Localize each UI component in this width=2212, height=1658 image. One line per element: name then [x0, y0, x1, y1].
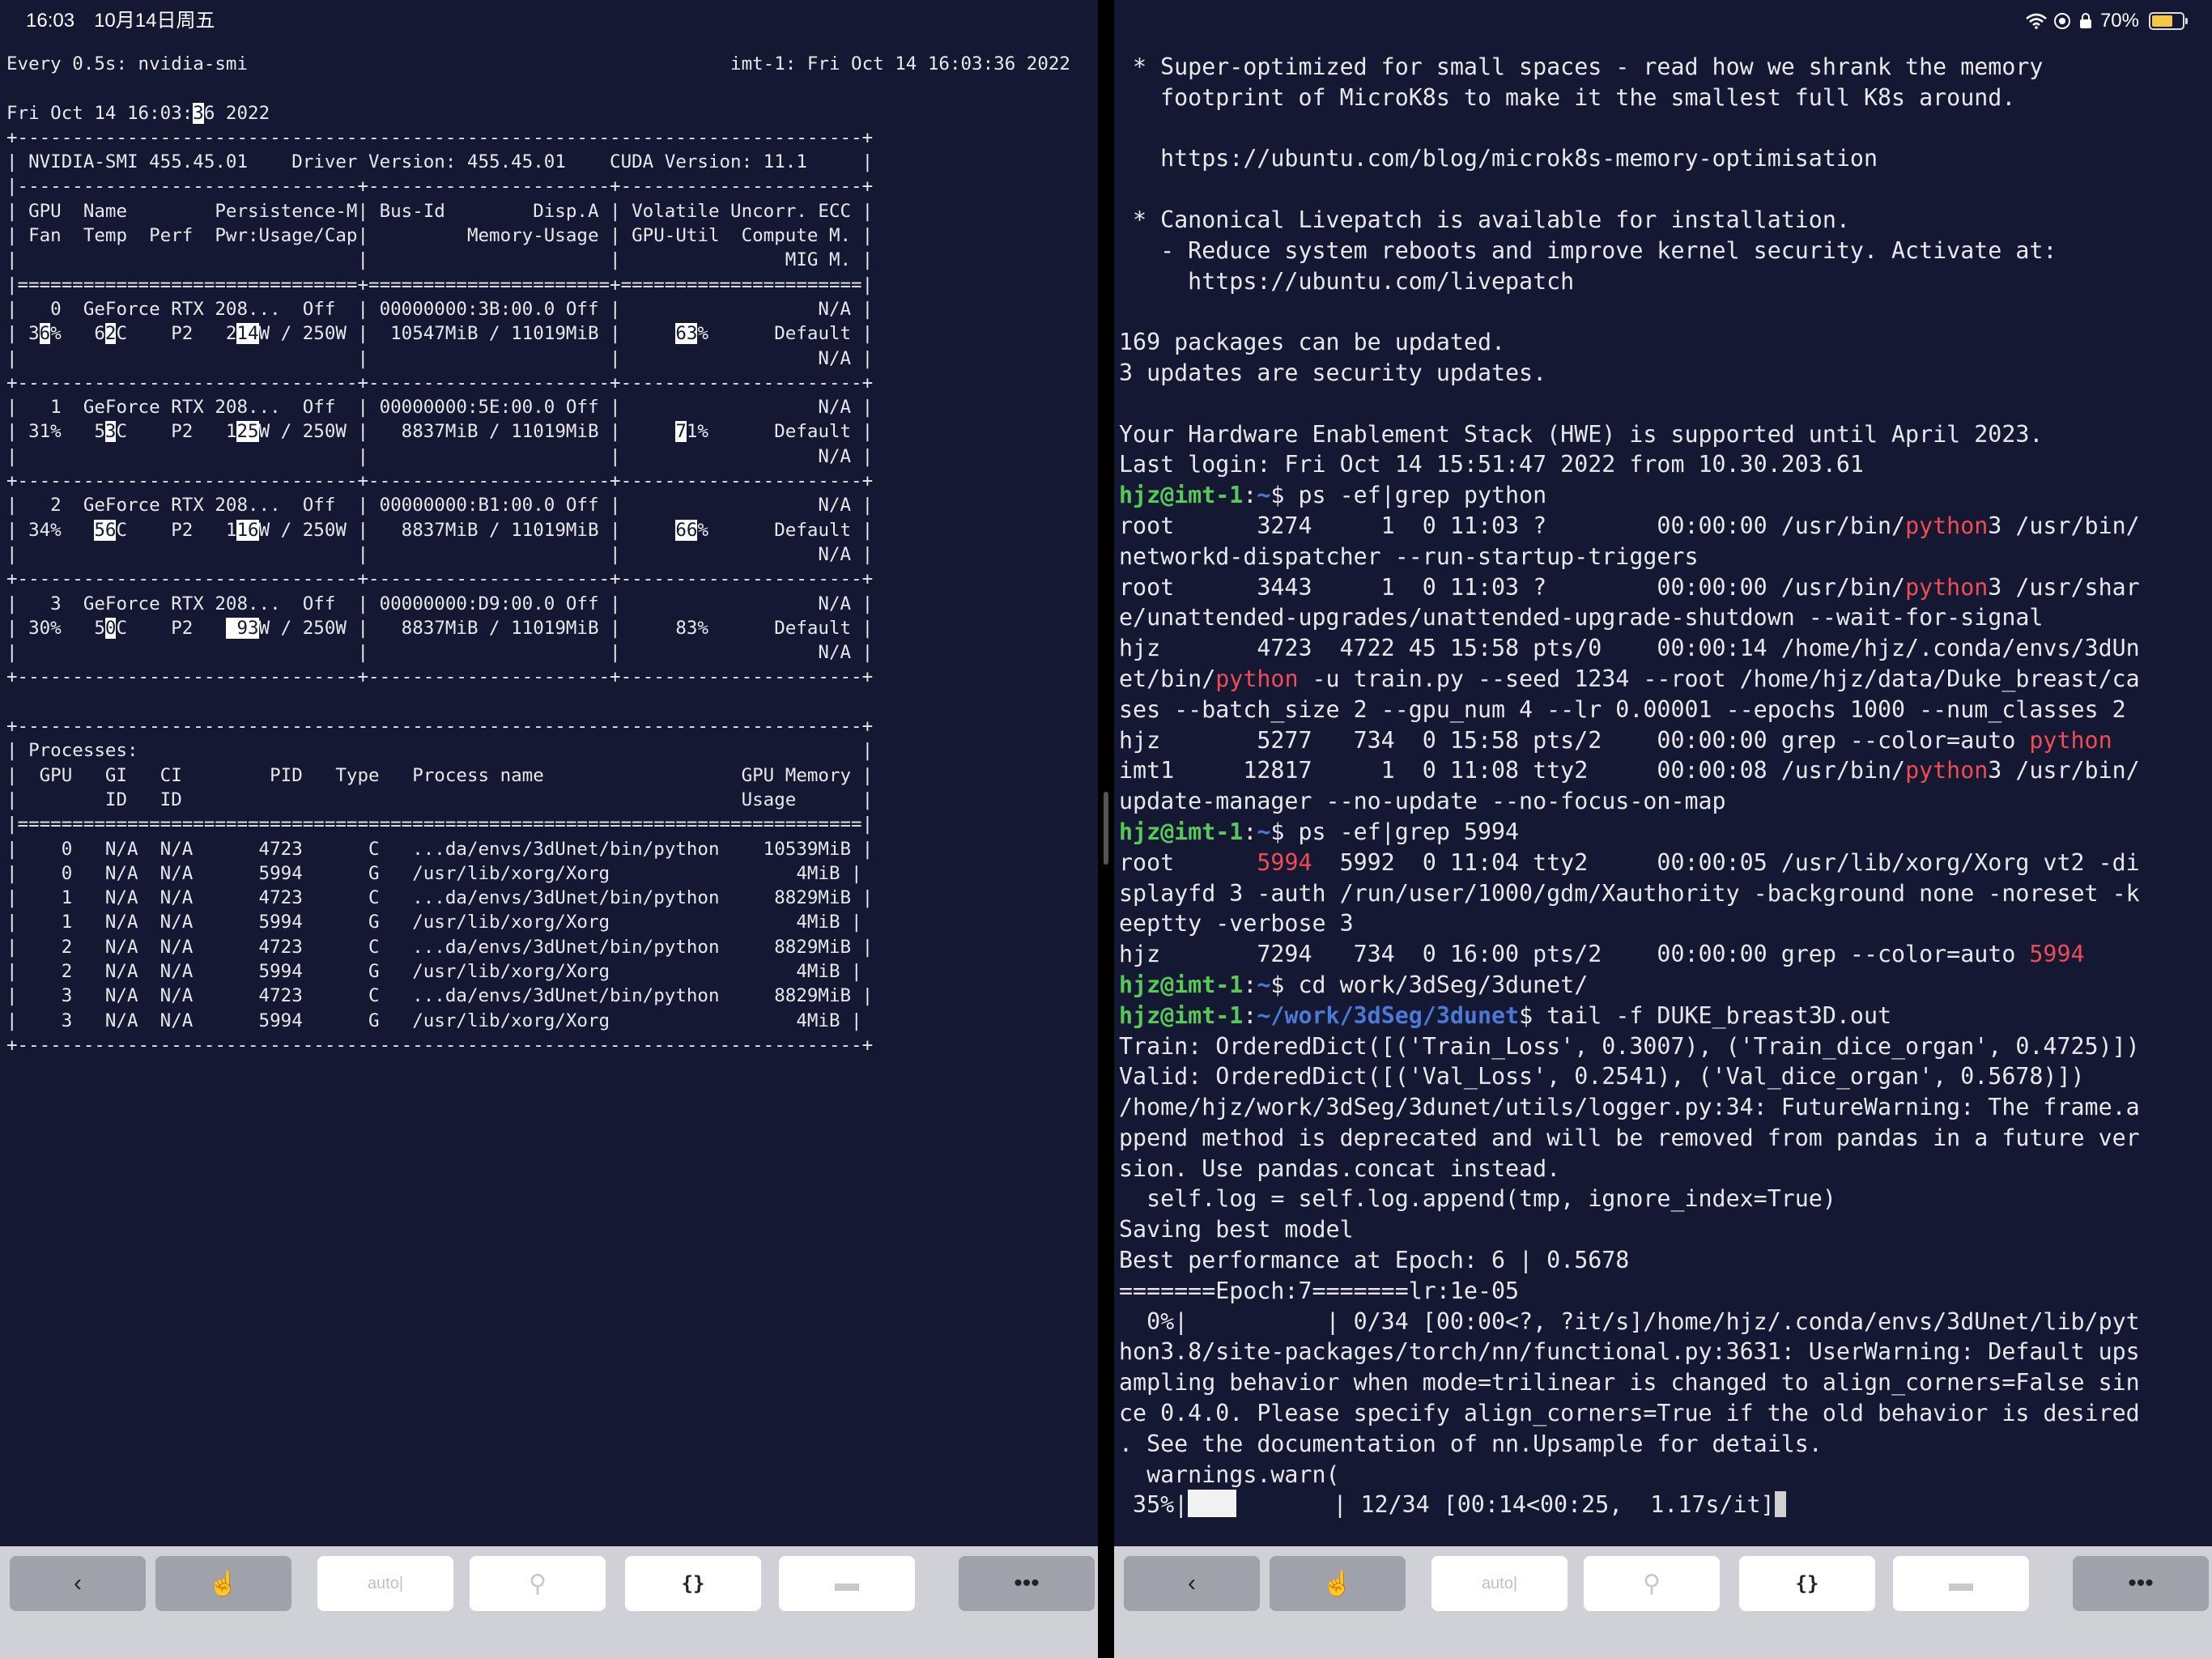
hand-pointer-icon: ☝: [208, 1570, 239, 1597]
shell-output: * Super-optimized for small spaces - rea…: [1119, 53, 2140, 1519]
right-keyboard-bar: ‹ ☝ auto| ⚲ {} ▬ •••: [1114, 1546, 2212, 1658]
back-button[interactable]: ‹: [10, 1556, 146, 1611]
auto-button[interactable]: auto|: [1431, 1556, 1568, 1611]
folder-button[interactable]: ▬: [779, 1556, 915, 1611]
right-terminal-pane[interactable]: * Super-optimized for small spaces - rea…: [1114, 0, 2212, 1546]
folder-button[interactable]: ▬: [1893, 1556, 2029, 1611]
more-button[interactable]: •••: [959, 1556, 1095, 1611]
ellipsis-icon: •••: [1014, 1570, 1040, 1596]
key-icon: ⚲: [529, 1570, 547, 1597]
touch-button[interactable]: ☝: [1270, 1556, 1406, 1611]
nvidia-smi-output: Every 0.5s: nvidia-smi imt-1: Fri Oct 14…: [6, 53, 1070, 1056]
key-button[interactable]: ⚲: [1584, 1556, 1720, 1611]
left-terminal-pane[interactable]: Every 0.5s: nvidia-smi imt-1: Fri Oct 14…: [0, 0, 1098, 1546]
more-button[interactable]: •••: [2073, 1556, 2209, 1611]
ellipsis-icon: •••: [2128, 1570, 2154, 1596]
auto-label: auto|: [1481, 1574, 1518, 1592]
folder-icon: ▬: [835, 1570, 859, 1596]
chevron-left-icon: ‹: [1188, 1570, 1196, 1596]
touch-button[interactable]: ☝: [155, 1556, 291, 1611]
progress-bar-fill: [1188, 1490, 1237, 1518]
hand-pointer-icon: ☝: [1322, 1570, 1353, 1597]
folder-icon: ▬: [1949, 1570, 1973, 1596]
key-button[interactable]: ⚲: [470, 1556, 606, 1611]
braces-button[interactable]: {}: [625, 1556, 761, 1611]
braces-button[interactable]: {}: [1739, 1556, 1875, 1611]
auto-label: auto|: [367, 1574, 404, 1592]
key-icon: ⚲: [1643, 1570, 1661, 1597]
braces-icon: {}: [1795, 1572, 1819, 1595]
terminal-cursor: [1774, 1491, 1786, 1518]
braces-icon: {}: [681, 1572, 705, 1595]
left-keyboard-bar: ‹ ☝ auto| ⚲ {} ▬ •••: [0, 1546, 1098, 1658]
split-view-handle[interactable]: [1104, 792, 1108, 865]
auto-button[interactable]: auto|: [317, 1556, 453, 1611]
back-button[interactable]: ‹: [1124, 1556, 1260, 1611]
chevron-left-icon: ‹: [74, 1570, 82, 1596]
